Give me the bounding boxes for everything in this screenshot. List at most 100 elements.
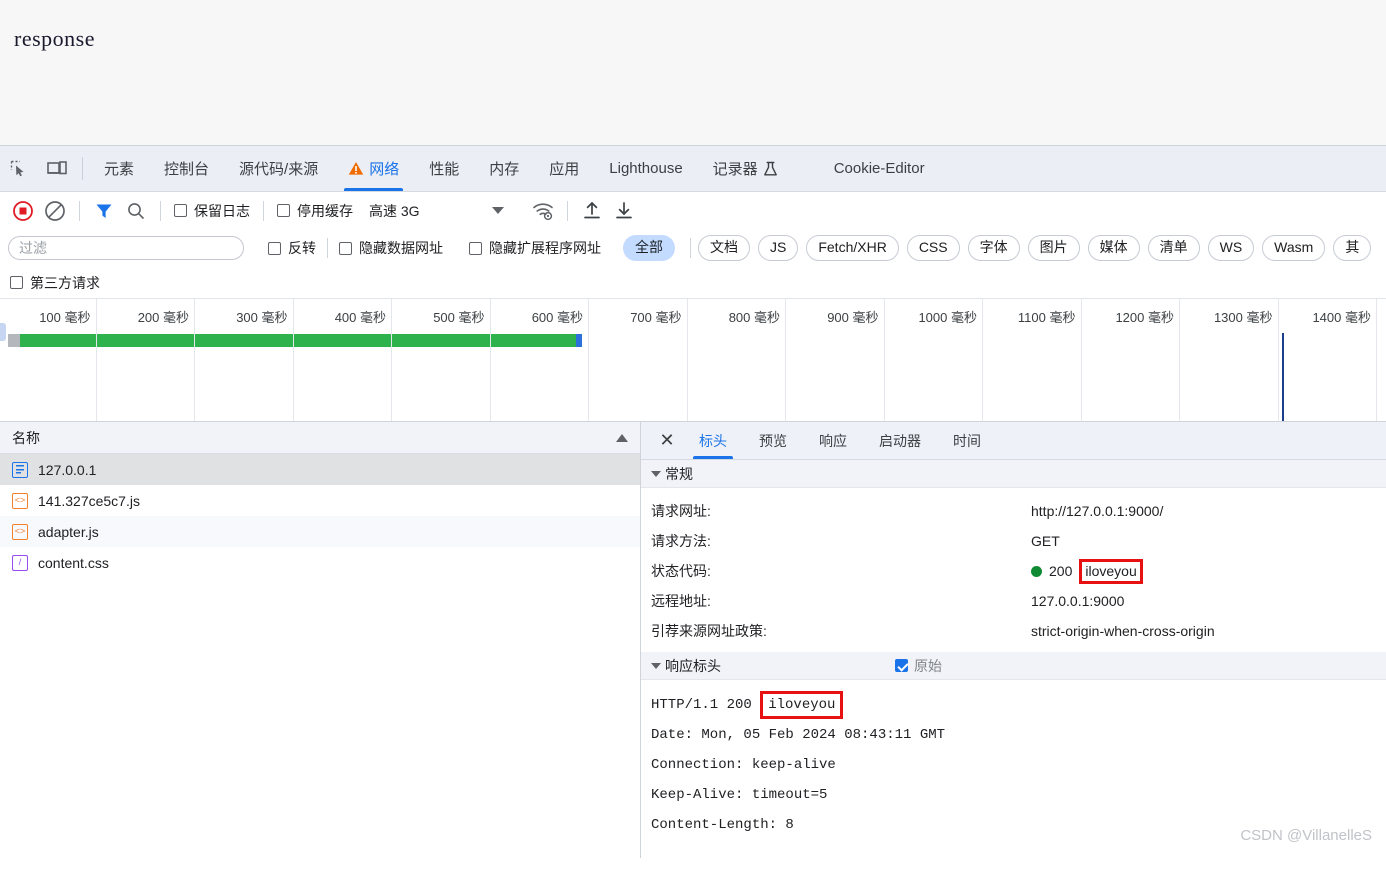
inspect-element-icon[interactable]: [0, 146, 38, 191]
checkbox-label: 第三方请求: [30, 274, 100, 291]
type-filter-all[interactable]: 全部: [623, 235, 675, 261]
field-label: 远程地址:: [651, 593, 711, 609]
type-filter-css[interactable]: CSS: [906, 235, 960, 261]
filter-divider: [327, 238, 328, 258]
export-icon[interactable]: [609, 197, 639, 225]
header-line: Connection: keep-alive: [651, 757, 836, 773]
overview-tick: 200 毫秒: [97, 299, 195, 421]
throttling-select[interactable]: 高速 3G: [369, 201, 420, 221]
toolbar-divider: [566, 200, 568, 221]
raw-response-headers: HTTP/1.1 200 iloveyou Date: Mon, 05 Feb …: [641, 680, 1386, 840]
type-filter-doc[interactable]: 文档: [698, 235, 750, 261]
overview-tick-label: 1400 毫秒: [1312, 310, 1371, 325]
type-filter-font[interactable]: 字体: [967, 235, 1020, 261]
list-item: 引荐来源网址政策: strict-origin-when-cross-origi…: [651, 616, 1386, 646]
table-row[interactable]: / content.css: [0, 547, 640, 578]
overview-tick: 800 毫秒: [688, 299, 786, 421]
disable-cache-checkbox[interactable]: 停用缓存: [273, 201, 357, 221]
request-name: content.css: [38, 554, 109, 571]
tab-application[interactable]: 应用: [534, 146, 594, 191]
tab-console[interactable]: 控制台: [149, 146, 224, 191]
type-filter-img[interactable]: 图片: [1027, 235, 1080, 261]
tab-label: 控制台: [164, 161, 210, 178]
tab-sources[interactable]: 源代码/来源: [224, 146, 333, 191]
chevron-down-icon[interactable]: [491, 207, 504, 214]
tab-memory[interactable]: 内存: [474, 146, 534, 191]
type-filter-manifest[interactable]: 清单: [1147, 235, 1200, 261]
hide-data-urls-checkbox[interactable]: 隐藏数据网址: [335, 238, 447, 258]
field-value: http://127.0.0.1:9000/: [1031, 503, 1164, 519]
type-filter-media[interactable]: 媒体: [1087, 235, 1140, 261]
clear-button[interactable]: [40, 197, 70, 225]
filter-funnel-icon[interactable]: [89, 197, 119, 225]
third-party-requests-checkbox[interactable]: 第三方请求: [10, 273, 100, 293]
general-section-header[interactable]: 常规: [641, 460, 1386, 488]
overview-tick-label: 1200 毫秒: [1115, 310, 1174, 325]
close-icon[interactable]: ✕: [651, 422, 683, 459]
type-filter-wasm[interactable]: Wasm: [1262, 235, 1326, 261]
response-headers-section-header[interactable]: 响应标头 原始: [641, 652, 1386, 680]
request-list-header[interactable]: 名称: [0, 422, 640, 454]
overview-tick: 1400 毫秒: [1279, 299, 1377, 421]
raw-toggle-checkbox[interactable]: 原始: [895, 656, 942, 676]
status-ok-dot: [1031, 565, 1042, 577]
search-icon[interactable]: [121, 197, 151, 225]
hide-extension-urls-checkbox[interactable]: 隐藏扩展程序网址: [465, 238, 605, 258]
checkbox-label: 保留日志: [194, 202, 250, 219]
checkbox-label: 隐藏扩展程序网址: [489, 240, 601, 256]
overview-tick-label: 100 毫秒: [39, 310, 91, 325]
overview-tick: 400 毫秒: [294, 299, 392, 421]
overview-tick-label: 200 毫秒: [137, 310, 189, 325]
table-row[interactable]: <> adapter.js: [0, 516, 640, 547]
type-filter-other[interactable]: 其: [1333, 235, 1372, 261]
sort-ascending-icon[interactable]: [616, 433, 628, 442]
tab-response[interactable]: 响应: [803, 422, 863, 459]
overview-tick-label: 500 毫秒: [433, 310, 485, 325]
table-row[interactable]: 127.0.0.1: [0, 454, 640, 485]
overview-tick: 500 毫秒: [392, 299, 491, 421]
overview-tick-label: 800 毫秒: [728, 310, 780, 325]
watermark: CSDN @VillanelleS: [1240, 827, 1372, 844]
tab-cookie-editor[interactable]: Cookie-Editor: [819, 146, 940, 191]
tab-initiator[interactable]: 启动器: [863, 422, 937, 459]
record-button[interactable]: [8, 197, 38, 225]
type-filter-fetch-xhr[interactable]: Fetch/XHR: [806, 235, 899, 261]
tab-lighthouse[interactable]: Lighthouse: [594, 146, 697, 191]
import-icon[interactable]: [577, 197, 607, 225]
tab-label: 网络: [369, 161, 400, 178]
tabbar-divider: [82, 157, 83, 180]
type-filter-ws[interactable]: WS: [1207, 235, 1255, 261]
invert-checkbox[interactable]: 反转: [264, 238, 320, 258]
tab-headers[interactable]: 标头: [683, 422, 743, 459]
tab-preview[interactable]: 预览: [743, 422, 803, 459]
general-kv-list: 请求网址: http://127.0.0.1:9000/ 请求方法: GET 状…: [641, 488, 1386, 652]
tab-performance[interactable]: 性能: [414, 146, 474, 191]
preserve-log-checkbox[interactable]: 保留日志: [170, 201, 254, 221]
overview-tick: 1300 毫秒: [1180, 299, 1279, 421]
tab-network[interactable]: 网络: [333, 146, 414, 191]
overview-tick-label: 1300 毫秒: [1213, 310, 1273, 325]
wifi-settings-icon[interactable]: [528, 197, 558, 225]
field-label: 状态代码:: [651, 563, 711, 579]
detail-tabbar: ✕ 标头 预览 响应 启动器 时间: [641, 422, 1386, 460]
field-value: strict-origin-when-cross-origin: [1031, 623, 1215, 639]
toolbar-divider: [160, 200, 161, 221]
header-line: Date: Mon, 05 Feb 2024 08:43:11 GMT: [651, 727, 946, 743]
overview-tick: 700 毫秒: [589, 299, 688, 421]
type-filter-js[interactable]: JS: [758, 235, 799, 261]
table-row[interactable]: <> 141.327ce5c7.js: [0, 485, 640, 516]
tab-label: Cookie-Editor: [833, 160, 925, 177]
filter-input[interactable]: [8, 236, 244, 260]
tab-label: 记录器: [712, 161, 758, 178]
network-overview-timeline[interactable]: 100 毫秒 200 毫秒 300 毫秒 400 毫秒 500 毫秒 600 毫秒 700 …: [0, 299, 1386, 422]
request-name: adapter.js: [38, 523, 99, 540]
device-toolbar-icon[interactable]: [38, 146, 76, 191]
tab-recorder[interactable]: 记录器: [698, 146, 793, 191]
overview-tick-label: 300 毫秒: [236, 310, 288, 325]
section-title: 常规: [665, 465, 693, 482]
header-highlight: iloveyou: [760, 691, 844, 719]
field-label: 引荐来源网址政策:: [651, 623, 767, 639]
tab-timing[interactable]: 时间: [937, 422, 997, 459]
tab-elements[interactable]: 元素: [89, 146, 149, 191]
filter-divider: [690, 238, 691, 258]
